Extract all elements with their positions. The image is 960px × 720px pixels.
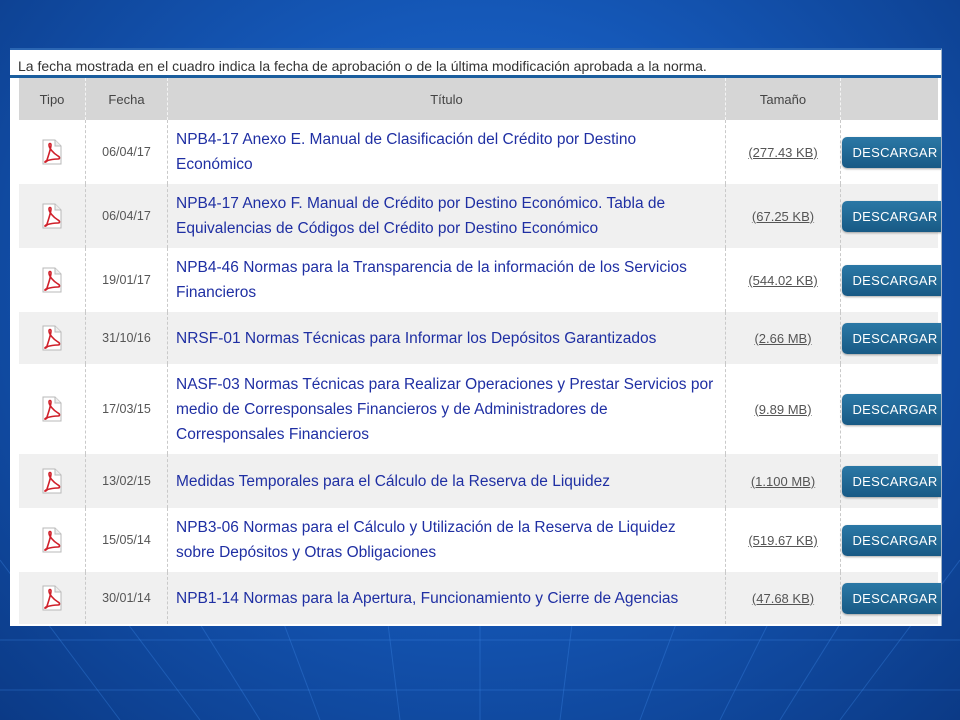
titulo-link[interactable]: NPB4-17 Anexo F. Manual de Crédito por D… <box>167 184 726 248</box>
tamano-link[interactable]: (2.66 MB) <box>725 312 841 364</box>
column-header-titulo: Título <box>167 78 726 120</box>
tamano-link[interactable]: (47.68 KB) <box>725 572 841 624</box>
descargar-cell: DESCARGAR <box>840 454 941 508</box>
documents-table: Tipo Fecha Título Tamaño 06/04/17 NPB4-1… <box>19 78 941 624</box>
descargar-cell: DESCARGAR <box>840 312 941 364</box>
table-row: 30/01/14 NPB1-14 Normas para la Apertura… <box>19 572 941 624</box>
fecha-cell: 06/04/17 <box>85 120 168 184</box>
pdf-icon[interactable] <box>41 325 63 351</box>
titulo-link[interactable]: NASF-03 Normas Técnicas para Realizar Op… <box>167 364 726 454</box>
tamano-link[interactable]: (544.02 KB) <box>725 248 841 312</box>
tipo-cell <box>19 364 86 454</box>
tamano-link[interactable]: (1.100 MB) <box>725 454 841 508</box>
table-header-row: Tipo Fecha Título Tamaño <box>19 78 938 120</box>
fecha-cell: 13/02/15 <box>85 454 168 508</box>
descargar-cell: DESCARGAR <box>840 184 941 248</box>
tamano-link[interactable]: (277.43 KB) <box>725 120 841 184</box>
column-header-fecha: Fecha <box>85 78 168 120</box>
descargar-button[interactable]: DESCARGAR <box>842 582 941 614</box>
titulo-link[interactable]: NPB3-06 Normas para el Cálculo y Utiliza… <box>167 508 726 572</box>
titulo-link[interactable]: Medidas Temporales para el Cálculo de la… <box>167 454 726 508</box>
titulo-link[interactable]: NRSF-01 Normas Técnicas para Informar lo… <box>167 312 726 364</box>
descargar-button[interactable]: DESCARGAR <box>842 200 941 232</box>
pdf-icon[interactable] <box>41 585 63 611</box>
table-row: 06/04/17 NPB4-17 Anexo E. Manual de Clas… <box>19 120 941 184</box>
document-list-panel: La fecha mostrada en el cuadro indica la… <box>10 48 942 626</box>
descargar-cell: DESCARGAR <box>840 508 941 572</box>
tipo-cell <box>19 312 86 364</box>
table-row: 31/10/16 NRSF-01 Normas Técnicas para In… <box>19 312 941 364</box>
tipo-cell <box>19 572 86 624</box>
pdf-icon[interactable] <box>41 527 63 553</box>
date-notice: La fecha mostrada en el cuadro indica la… <box>10 50 941 78</box>
descargar-cell: DESCARGAR <box>840 248 941 312</box>
descargar-button[interactable]: DESCARGAR <box>842 393 941 425</box>
column-header-accion <box>840 78 938 120</box>
titulo-link[interactable]: NPB4-46 Normas para la Transparencia de … <box>167 248 726 312</box>
tipo-cell <box>19 508 86 572</box>
descargar-cell: DESCARGAR <box>840 364 941 454</box>
table-row: 13/02/15 Medidas Temporales para el Cálc… <box>19 454 941 508</box>
table-row: 15/05/14 NPB3-06 Normas para el Cálculo … <box>19 508 941 572</box>
table-row: 19/01/17 NPB4-46 Normas para la Transpar… <box>19 248 941 312</box>
pdf-icon[interactable] <box>41 139 63 165</box>
descargar-button[interactable]: DESCARGAR <box>842 264 941 296</box>
column-header-tamano: Tamaño <box>725 78 841 120</box>
pdf-icon[interactable] <box>41 203 63 229</box>
tipo-cell <box>19 248 86 312</box>
pdf-icon[interactable] <box>41 468 63 494</box>
fecha-cell: 31/10/16 <box>85 312 168 364</box>
titulo-link[interactable]: NPB1-14 Normas para la Apertura, Funcion… <box>167 572 726 624</box>
pdf-icon[interactable] <box>41 396 63 422</box>
tipo-cell <box>19 454 86 508</box>
fecha-cell: 15/05/14 <box>85 508 168 572</box>
descargar-button[interactable]: DESCARGAR <box>842 136 941 168</box>
tamano-link[interactable]: (67.25 KB) <box>725 184 841 248</box>
table-row: 06/04/17 NPB4-17 Anexo F. Manual de Créd… <box>19 184 941 248</box>
tamano-link[interactable]: (519.67 KB) <box>725 508 841 572</box>
tamano-link[interactable]: (9.89 MB) <box>725 364 841 454</box>
pdf-icon[interactable] <box>41 267 63 293</box>
fecha-cell: 30/01/14 <box>85 572 168 624</box>
tipo-cell <box>19 184 86 248</box>
tipo-cell <box>19 120 86 184</box>
titulo-link[interactable]: NPB4-17 Anexo E. Manual de Clasificación… <box>167 120 726 184</box>
descargar-button[interactable]: DESCARGAR <box>842 524 941 556</box>
fecha-cell: 06/04/17 <box>85 184 168 248</box>
descargar-button[interactable]: DESCARGAR <box>842 322 941 354</box>
fecha-cell: 17/03/15 <box>85 364 168 454</box>
column-header-tipo: Tipo <box>19 78 86 120</box>
table-row: 17/03/15 NASF-03 Normas Técnicas para Re… <box>19 364 941 454</box>
fecha-cell: 19/01/17 <box>85 248 168 312</box>
descargar-cell: DESCARGAR <box>840 572 941 624</box>
descargar-button[interactable]: DESCARGAR <box>842 465 941 497</box>
descargar-cell: DESCARGAR <box>840 120 941 184</box>
